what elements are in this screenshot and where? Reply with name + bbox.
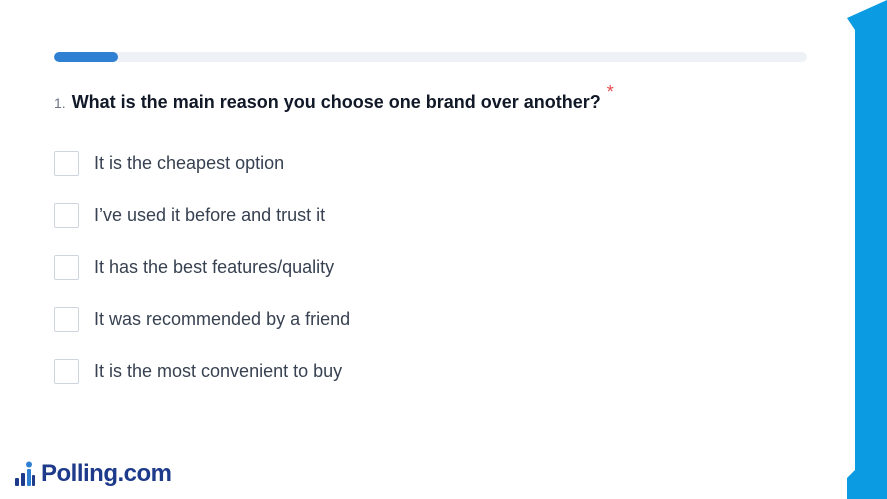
option-convenient[interactable]: It is the most convenient to buy	[54, 358, 350, 385]
question-number: 1.	[54, 95, 66, 111]
checkbox[interactable]	[54, 359, 79, 384]
logo-text: Polling.com	[41, 460, 172, 487]
bar-chart-person-icon	[15, 461, 35, 486]
checkbox[interactable]	[54, 255, 79, 280]
answer-options: It is the cheapest option I’ve used it b…	[54, 150, 350, 410]
option-label: It has the best features/quality	[94, 257, 335, 277]
checkbox[interactable]	[54, 203, 79, 228]
option-cheapest[interactable]: It is the cheapest option	[54, 150, 350, 177]
decorative-side-band	[847, 0, 887, 499]
checkbox[interactable]	[54, 307, 79, 332]
option-label: It is the cheapest option	[94, 153, 285, 173]
progress-bar-fill	[54, 52, 118, 62]
option-quality[interactable]: It has the best features/quality	[54, 254, 350, 281]
question-text: What is the main reason you choose one b…	[71, 92, 601, 112]
checkbox[interactable]	[54, 151, 79, 176]
option-label: It was recommended by a friend	[94, 309, 351, 329]
option-trust[interactable]: I’ve used it before and trust it	[54, 202, 350, 229]
polling-logo: Polling.com	[14, 460, 172, 488]
question-header: 1. What is the main reason you choose on…	[54, 82, 614, 113]
option-label: It is the most convenient to buy	[94, 361, 343, 381]
option-label: I’ve used it before and trust it	[94, 205, 326, 225]
option-recommended[interactable]: It was recommended by a friend	[54, 306, 350, 333]
progress-bar	[54, 52, 807, 62]
required-asterisk: *	[606, 82, 614, 102]
